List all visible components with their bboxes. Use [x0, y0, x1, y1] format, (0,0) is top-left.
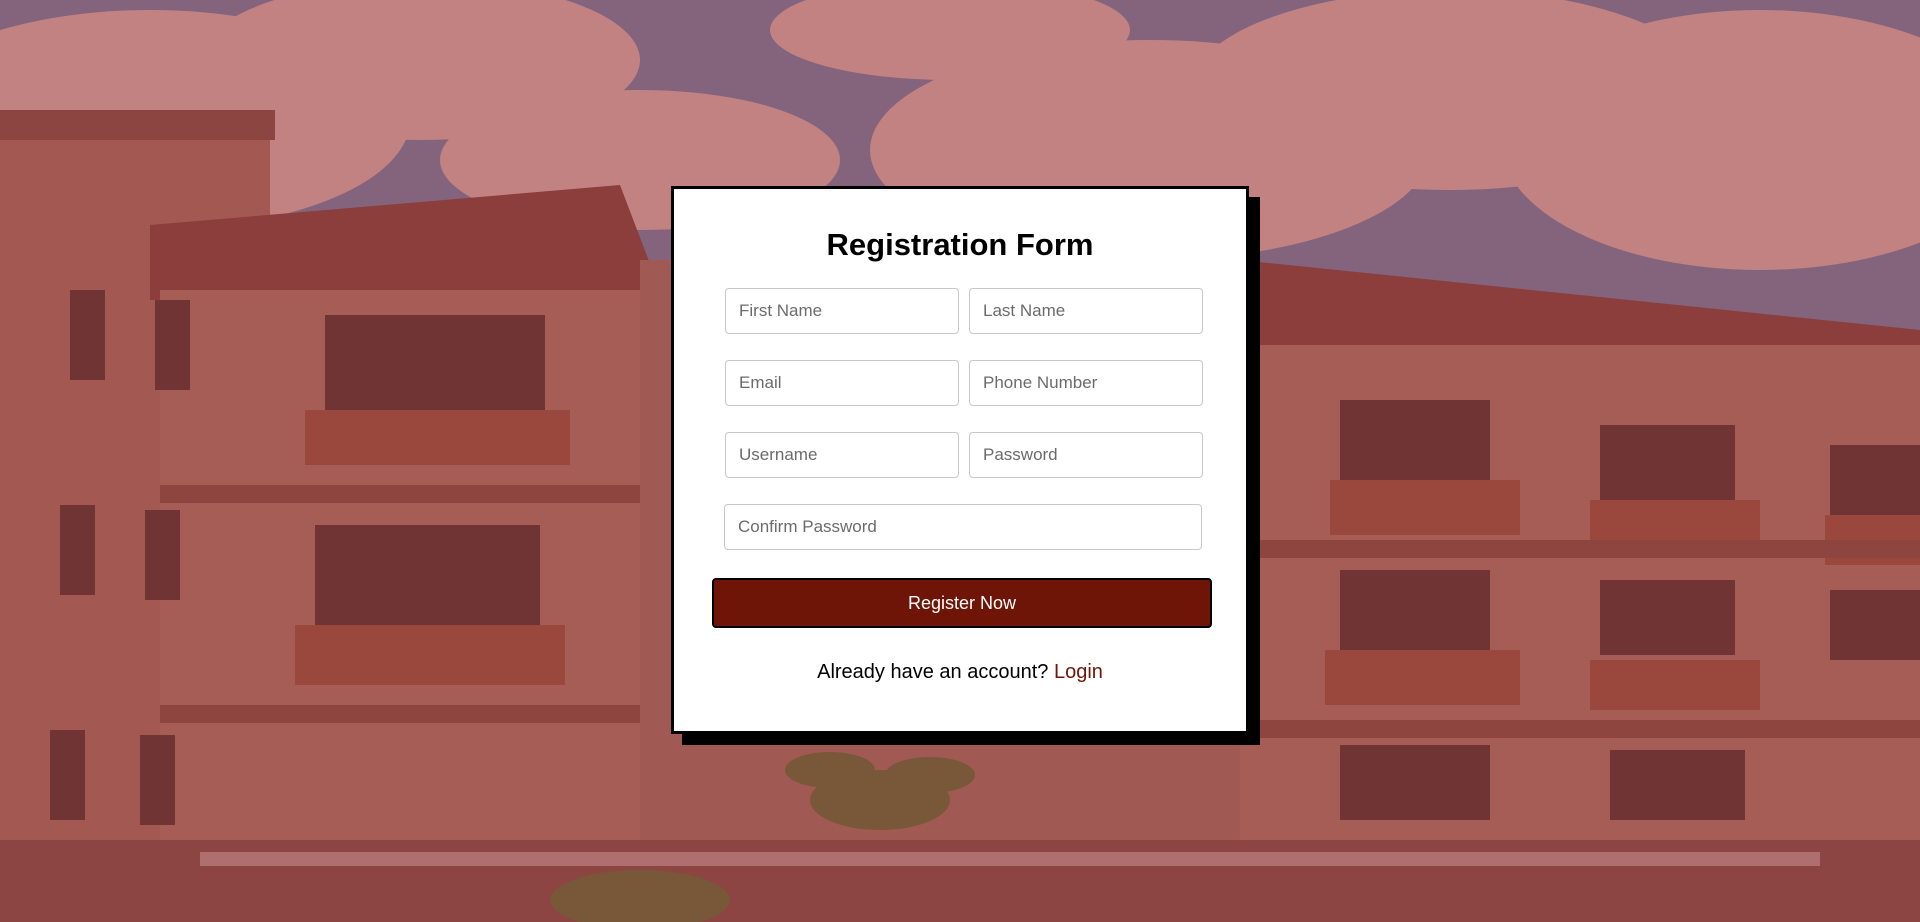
username-input[interactable] [725, 432, 959, 478]
registration-form: Registration Form Register Now Already h… [671, 186, 1249, 734]
login-link[interactable]: Login [1054, 661, 1103, 683]
login-prompt-text: Already have an account? [817, 661, 1049, 683]
email-input[interactable] [725, 360, 959, 406]
form-title: Registration Form [826, 227, 1094, 262]
first-name-input[interactable] [725, 288, 959, 334]
password-input[interactable] [969, 432, 1203, 478]
confirm-password-input[interactable] [724, 504, 1202, 550]
register-button[interactable]: Register Now [712, 578, 1212, 628]
last-name-input[interactable] [969, 288, 1203, 334]
phone-number-input[interactable] [969, 360, 1203, 406]
login-prompt: Already have an account? Login [674, 661, 1246, 684]
